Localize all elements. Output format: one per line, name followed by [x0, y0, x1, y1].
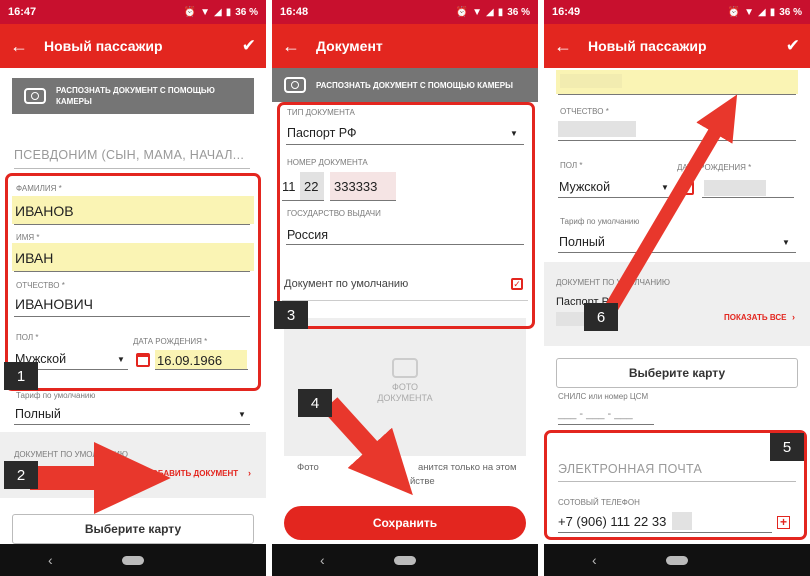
snils-label: СНИЛС или номер ЦСМ [558, 392, 649, 401]
recognize-camera-button[interactable]: Распознать документ с помощью камеры [272, 68, 538, 102]
page-title: Документ [316, 38, 383, 54]
battery-icon: ▮ [769, 6, 776, 18]
tariff-label: Тариф по умолчанию [560, 217, 640, 226]
chevron-right-icon: › [792, 312, 795, 322]
wifi-icon: ▼ [744, 6, 754, 18]
alarm-icon: ⏰ [183, 6, 197, 18]
nav-back-icon[interactable]: ‹ [320, 552, 325, 568]
android-nav-bar: ‹ [544, 544, 810, 576]
app-bar: ← Новый пассажир ✔ [544, 24, 810, 68]
photo-note-3: йстве [410, 476, 435, 487]
wifi-icon: ▼ [472, 6, 482, 18]
tariff-select[interactable]: Полный [15, 407, 61, 421]
android-nav-bar: ‹ [272, 544, 538, 576]
firstname-blur [560, 74, 622, 88]
gender-underline [558, 197, 672, 198]
confirm-check-icon[interactable]: ✔ [242, 36, 256, 56]
app-bar: ← Документ [272, 24, 538, 68]
status-time: 16:48 [280, 6, 309, 18]
highlight-box-document [277, 102, 535, 329]
step-badge-1: 1 [4, 362, 38, 390]
patronymic-blur [558, 121, 636, 137]
show-all-link[interactable]: Показать все [724, 313, 786, 322]
gender-label: Пол * [560, 161, 583, 170]
document-photo-area[interactable]: Фото документа [284, 318, 526, 456]
document-section [0, 432, 266, 498]
status-icons: ⏰ ▼ ◢ ▮ 36 % [728, 7, 802, 18]
photo-label: Фото документа [377, 382, 433, 403]
status-bar: 16:49 ⏰ ▼ ◢ ▮ 36 % [544, 0, 810, 24]
default-document-label: Документ по умолчанию [14, 450, 128, 459]
status-icons: ⏰ ▼ ◢ ▮ 36 % [184, 7, 258, 18]
status-bar: 16:47 ⏰ ▼ ◢ ▮ 36 % [0, 0, 266, 24]
add-document-link[interactable]: Добавить документ [146, 469, 238, 478]
back-arrow-icon[interactable]: ← [554, 36, 588, 57]
firstname-underline [558, 94, 796, 95]
alarm-icon: ⏰ [727, 6, 741, 18]
birthdate-underline [702, 197, 794, 198]
status-time: 16:47 [8, 6, 37, 18]
step-badge-4: 4 [298, 389, 332, 417]
page-title: Новый пассажир [44, 38, 163, 54]
nav-home-icon[interactable] [394, 556, 416, 565]
step-badge-3: 3 [274, 301, 308, 329]
alias-underline [14, 168, 250, 169]
battery-icon: ▮ [497, 6, 504, 18]
tariff-select[interactable]: Полный [559, 235, 605, 249]
page-title: Новый пассажир [588, 38, 707, 54]
snils-input[interactable]: ___ - ___ - ___ [558, 408, 633, 420]
chevron-down-icon: ▼ [238, 410, 246, 419]
highlight-box-personal-data [5, 173, 261, 391]
signal-icon: ◢ [485, 6, 494, 18]
app-bar: ← Новый пассажир ✔ [0, 24, 266, 68]
chevron-down-icon: ▼ [782, 238, 790, 247]
back-arrow-icon[interactable]: ← [10, 36, 44, 57]
highlight-box-contacts [544, 430, 807, 540]
battery-icon: ▮ [225, 6, 232, 18]
nav-back-icon[interactable]: ‹ [592, 552, 597, 568]
signal-icon: ◢ [213, 6, 222, 18]
birthdate-blur [704, 180, 766, 196]
camera-icon [24, 88, 46, 104]
snils-underline [558, 424, 654, 425]
tariff-underline [14, 424, 250, 425]
back-arrow-icon[interactable]: ← [282, 36, 316, 57]
chevron-right-icon: › [248, 468, 251, 478]
confirm-check-icon[interactable]: ✔ [786, 36, 800, 56]
calendar-icon[interactable] [680, 181, 694, 195]
save-button[interactable]: Сохранить [284, 506, 526, 540]
choose-card-button[interactable]: Выберите карту [12, 514, 254, 544]
camera-icon [392, 358, 418, 378]
status-bar: 16:48 ⏰ ▼ ◢ ▮ 36 % [272, 0, 538, 24]
photo-note-1: Фото [297, 462, 319, 473]
wifi-icon: ▼ [200, 6, 210, 18]
tariff-label: Тариф по умолчанию [16, 391, 96, 400]
nav-home-icon[interactable] [666, 556, 688, 565]
chevron-down-icon: ▼ [661, 183, 669, 192]
battery-level: 36 % [779, 6, 802, 18]
gender-select[interactable]: Мужской [559, 180, 610, 194]
battery-level: 36 % [235, 6, 258, 18]
status-icons: ⏰ ▼ ◢ ▮ 36 % [456, 7, 530, 18]
step-badge-6: 6 [584, 303, 618, 331]
choose-card-button[interactable]: Выберите карту [556, 358, 798, 388]
default-document-label: Документ по умолчанию [556, 278, 670, 287]
patronymic-underline [558, 140, 796, 141]
battery-level: 36 % [507, 6, 530, 18]
alias-input[interactable]: Псевдоним (сын, мама, начал... [14, 148, 244, 162]
step-badge-5: 5 [770, 433, 804, 461]
alarm-icon: ⏰ [455, 6, 469, 18]
android-nav-bar: ‹ [0, 544, 266, 576]
camera-icon [284, 77, 306, 93]
recognize-camera-button[interactable]: Распознать документ с помощью камеры [12, 78, 254, 114]
nav-home-icon[interactable] [122, 556, 144, 565]
signal-icon: ◢ [757, 6, 766, 18]
step-badge-2: 2 [4, 461, 38, 489]
photo-note-2: анится только на этом [418, 462, 517, 473]
patronymic-label: Отчество * [560, 107, 609, 116]
status-time: 16:49 [552, 6, 581, 18]
tariff-underline [558, 252, 796, 253]
nav-back-icon[interactable]: ‹ [48, 552, 53, 568]
birthdate-label: Дата рождения * [677, 163, 752, 172]
